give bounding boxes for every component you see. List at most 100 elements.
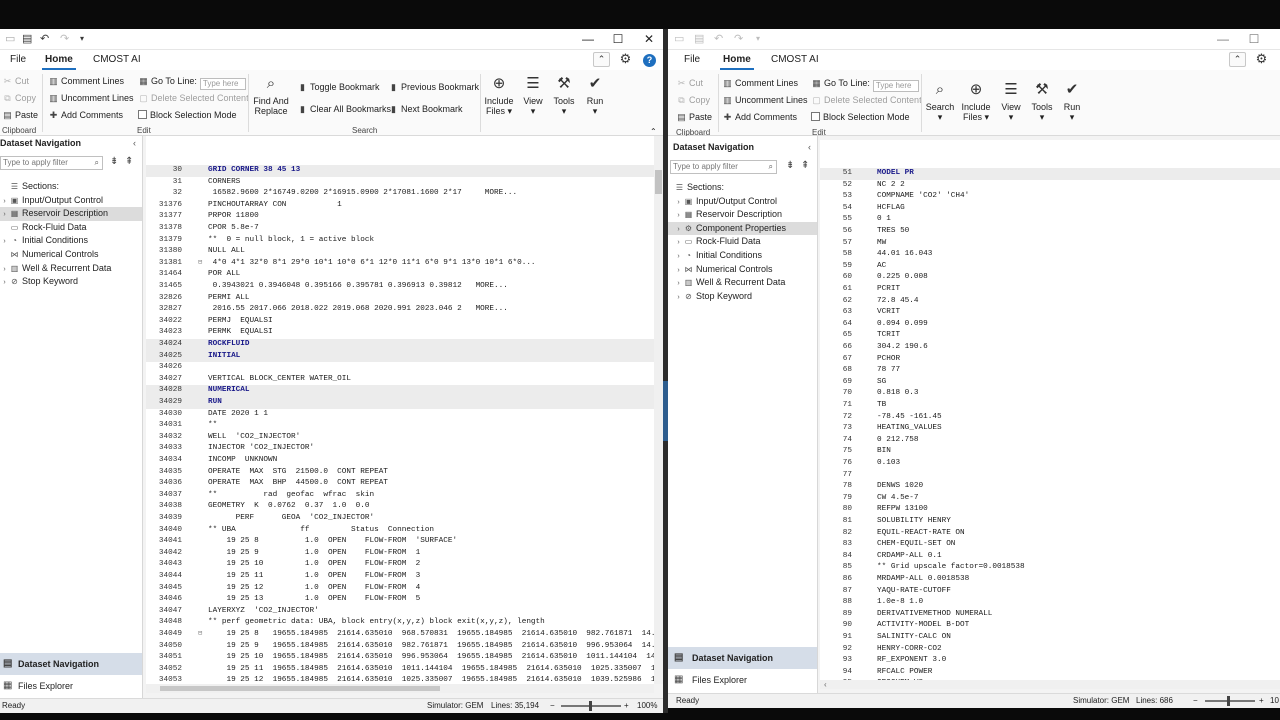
zoom-slider[interactable] — [561, 701, 621, 711]
code-line[interactable]: 34031 ** — [146, 420, 656, 432]
code-line[interactable]: 57 MW — [820, 238, 1280, 250]
next-bookmark-button[interactable]: ▮ Next Bookmark — [388, 104, 463, 115]
chevron-right-icon[interactable]: › — [0, 263, 9, 277]
code-line[interactable]: 34043 19 25 10 1.0 OPEN FLOW-FROM 2 — [146, 559, 656, 571]
paste-button[interactable]: ▤ Paste — [676, 112, 712, 123]
code-line[interactable]: 92 HENRY-CORR-CO2 — [820, 644, 1280, 656]
undo-icon[interactable]: ↶ — [40, 33, 49, 45]
right-code-editor[interactable]: 51 MODEL PR 52 NC 2 2 53 COMPNAME 'CO2' 'CH4'… — [820, 140, 1280, 680]
code-line[interactable]: 68 78 77 — [820, 365, 1280, 377]
code-line[interactable]: 77 — [820, 470, 1280, 482]
minimize-button[interactable]: — — [1211, 31, 1235, 47]
code-line[interactable]: 31464 POR ALL — [146, 269, 656, 281]
code-line[interactable]: 31381 4*0 4*1 32*0 8*1 29*0 10*1 10*0 6*… — [146, 258, 656, 270]
nav-item-rock-fluid-data[interactable]: ▭ Rock-Fluid Data — [0, 221, 142, 235]
redo-icon[interactable]: ↷ — [60, 33, 69, 45]
code-line[interactable]: 80 REFPW 13100 — [820, 504, 1280, 516]
code-line[interactable]: 34024 ROCKFLUID — [146, 339, 656, 351]
chevron-right-icon[interactable]: › — [674, 291, 683, 305]
collapse-pane-icon[interactable]: ‹ — [133, 138, 136, 148]
code-line[interactable]: 79 CW 4.5e-7 — [820, 493, 1280, 505]
copy-button[interactable]: ⧉ Copy — [2, 93, 36, 104]
code-line[interactable]: 34040 ** UBA ff Status Connection — [146, 525, 656, 537]
minimize-button[interactable]: — — [576, 31, 600, 47]
redo-icon[interactable]: ↷ — [734, 33, 743, 45]
code-line[interactable]: 34036 OPERATE MAX BHP 44500.0 CONT REPEAT — [146, 478, 656, 490]
search-button[interactable]: ⌕ Search ▾ — [924, 80, 956, 122]
gear-icon[interactable]: ⚙ — [617, 52, 634, 67]
code-line[interactable]: 32827 2016.55 2017.066 2018.022 2019.068… — [146, 304, 656, 316]
tools-button[interactable]: ⚒ Tools ▾ — [549, 74, 579, 116]
collapse-all-icon[interactable]: ⇟ — [786, 160, 794, 171]
code-line[interactable]: 34042 19 25 9 1.0 OPEN FLOW-FROM 1 — [146, 548, 656, 560]
code-line[interactable]: 34053 19 25 12 19655.184985 21614.635010… — [146, 675, 656, 684]
code-line[interactable]: 34033 INJECTOR 'CO2_INJECTOR' — [146, 443, 656, 455]
code-line[interactable]: 51 MODEL PR — [820, 168, 1280, 180]
add-comments-button[interactable]: ✚ Add Comments — [48, 110, 123, 121]
quick-access-dropdown-icon[interactable]: ▾ — [80, 33, 84, 45]
code-line[interactable]: 34028 NUMERICAL — [146, 385, 656, 397]
code-line[interactable]: 63 VCRIT — [820, 307, 1280, 319]
chevron-right-icon[interactable]: › — [674, 209, 683, 223]
code-line[interactable]: 31378 CPOR 5.8e-7 — [146, 223, 656, 235]
collapse-ribbon-button[interactable]: ⌃ — [1229, 52, 1246, 67]
code-line[interactable]: 34027 VERTICAL BLOCK_CENTER WATER_OIL — [146, 374, 656, 386]
run-button[interactable]: ✔ Run ▾ — [1057, 80, 1087, 122]
files-explorer-tab[interactable]: ▦ Files Explorer — [0, 675, 142, 697]
comment-lines-button[interactable]: ▥ Comment Lines — [48, 76, 124, 87]
code-line[interactable]: 62 72.8 45.4 — [820, 296, 1280, 308]
code-line[interactable]: 78 DENWS 1020 — [820, 481, 1280, 493]
cut-button[interactable]: ✂ Cut — [2, 76, 29, 87]
code-line[interactable]: 65 TCRIT — [820, 330, 1280, 342]
code-line[interactable]: 34023 PERMK EQUALSI — [146, 327, 656, 339]
scroll-left-icon[interactable]: ‹ — [824, 680, 827, 689]
chevron-right-icon[interactable]: › — [674, 264, 683, 278]
nav-item-reservoir-description[interactable]: › ▦ Reservoir Description — [668, 208, 817, 222]
code-line[interactable]: 34049 19 25 8 19655.184985 21614.635010 … — [146, 629, 656, 641]
menu-home[interactable]: Home — [720, 54, 754, 70]
code-line[interactable]: 34035 OPERATE MAX STG 21500.0 CONT REPEAT — [146, 467, 656, 479]
nav-item-initial-conditions[interactable]: › ◔ Initial Conditions — [0, 234, 142, 248]
zoom-in-button[interactable]: + — [624, 699, 629, 713]
chevron-right-icon[interactable]: › — [674, 250, 683, 264]
code-line[interactable]: 81 SOLUBILITY HENRY — [820, 516, 1280, 528]
nav-item-well-recurrent-data[interactable]: › ▥ Well & Recurrent Data — [668, 276, 817, 290]
code-line[interactable]: 83 CHEM-EQUIL-SET ON — [820, 539, 1280, 551]
code-line[interactable]: 34039 PERF GEOA 'CO2_INJECTOR' — [146, 513, 656, 525]
find-replace-button[interactable]: ⌕ Find And Replace — [251, 74, 291, 116]
chevron-right-icon[interactable]: › — [674, 223, 683, 237]
delete-selected-button[interactable]: ▢ Delete Selected Content — [811, 95, 921, 106]
help-icon[interactable]: ? — [643, 54, 656, 67]
code-line[interactable]: 31376 PINCHOUTARRAY CON 1 — [146, 200, 656, 212]
code-line[interactable]: 34050 19 25 9 19655.184985 21614.635010 … — [146, 641, 656, 653]
paste-button[interactable]: ▤ Paste — [2, 110, 38, 121]
zoom-in-button[interactable]: + — [1259, 694, 1264, 708]
chevron-right-icon[interactable]: › — [0, 276, 9, 290]
code-line[interactable]: 82 EQUIL-REACT-RATE ON — [820, 528, 1280, 540]
maximize-button[interactable]: ☐ — [606, 31, 630, 47]
left-code-editor[interactable]: 30 GRID CORNER 38 45 13 31 CORNERS 32 16582.… — [146, 136, 656, 684]
zoom-out-button[interactable]: − — [1193, 694, 1198, 708]
previous-bookmark-button[interactable]: ▮ Previous Bookmark — [388, 82, 479, 93]
dataset-navigation-tab[interactable]: ▤ Dataset Navigation — [668, 647, 817, 669]
chevron-right-icon[interactable]: › — [674, 196, 683, 210]
go-to-line-input[interactable]: Type here — [199, 78, 246, 90]
code-line[interactable]: 91 SALINITY-CALC ON — [820, 632, 1280, 644]
code-line[interactable]: 34052 19 25 11 19655.184985 21614.635010… — [146, 664, 656, 676]
nav-item-numerical-controls[interactable]: ⋈ Numerical Controls — [0, 248, 142, 262]
nav-item-numerical-controls[interactable]: › ⋈ Numerical Controls — [668, 263, 817, 277]
code-line[interactable]: 34047 LAYERXYZ 'CO2_INJECTOR' — [146, 606, 656, 618]
add-comments-button[interactable]: ✚ Add Comments — [722, 112, 797, 123]
code-line[interactable]: 31379 ** 0 = null block, 1 = active block — [146, 235, 656, 247]
code-line[interactable]: 64 0.094 0.099 — [820, 319, 1280, 331]
zoom-slider[interactable] — [1205, 696, 1255, 706]
nav-item-input-output-control[interactable]: › ▣ Input/Output Control — [668, 195, 817, 209]
code-line[interactable]: 34048 ** perf geometric data: UBA, block … — [146, 617, 656, 629]
code-line[interactable]: 52 NC 2 2 — [820, 180, 1280, 192]
code-line[interactable]: 34037 ** rad geofac wfrac skin — [146, 490, 656, 502]
fold-toggle-icon[interactable]: ⊟ — [198, 629, 202, 641]
code-line[interactable]: 34026 — [146, 362, 656, 374]
right-horizontal-scrollbar[interactable]: ‹ — [820, 680, 1280, 689]
code-line[interactable]: 34044 19 25 11 1.0 OPEN FLOW-FROM 3 — [146, 571, 656, 583]
menu-cmost-ai[interactable]: CMOST AI — [93, 54, 141, 65]
